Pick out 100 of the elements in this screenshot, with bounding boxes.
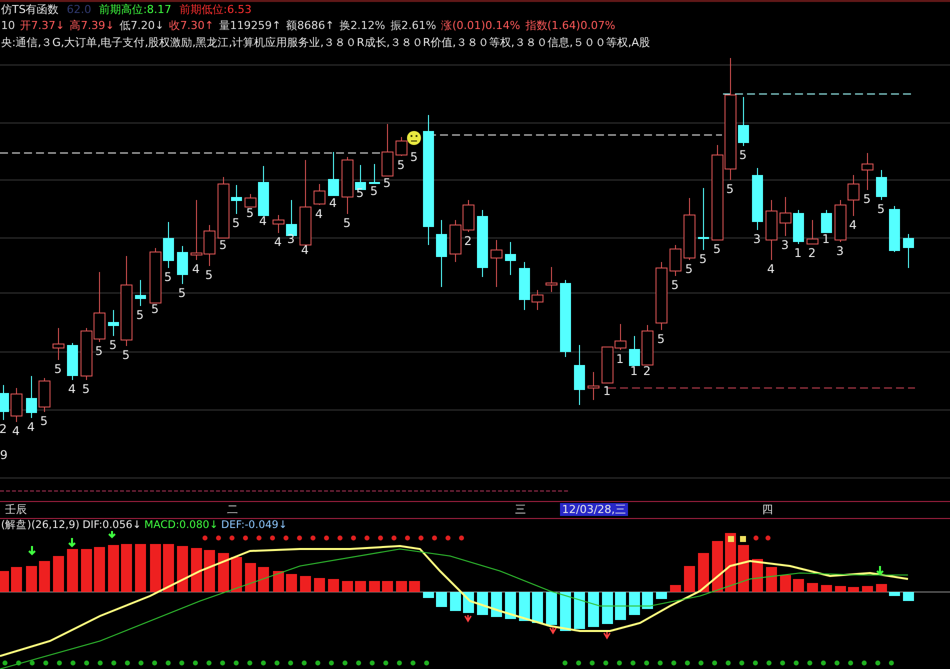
macd-bar — [396, 581, 407, 592]
wave-count-label: 5 — [178, 286, 186, 300]
macd-bar — [218, 553, 229, 592]
previous-high: 前期高位:8.17 — [99, 2, 172, 17]
down-arrow-icon — [464, 614, 472, 622]
candlestick — [26, 376, 37, 418]
wave-count-label: 5 — [82, 382, 90, 396]
wave-count-label: 4 — [12, 424, 20, 438]
macd-bar — [328, 579, 339, 592]
macd-bar — [656, 592, 667, 599]
candlestick — [177, 246, 188, 284]
stock-code: 62.0 — [66, 3, 92, 16]
candlestick — [436, 220, 447, 288]
macd-reading: DEF:-0.049↓ — [221, 519, 288, 531]
candlestick — [614, 324, 626, 350]
candlestick — [766, 200, 778, 260]
candlestick — [80, 328, 92, 380]
candlestick — [862, 152, 874, 190]
macd-bar — [26, 566, 37, 592]
wave-count-label: 5 — [671, 278, 679, 292]
wave-count-label: 3 — [287, 232, 295, 246]
macd-reading: DIF:0.056↓ — [82, 519, 142, 531]
candlestick — [834, 200, 846, 242]
candlestick — [150, 248, 162, 304]
macd-bar — [423, 592, 434, 598]
wave-count-label: 1 — [822, 232, 830, 246]
candlestick — [848, 174, 860, 216]
wave-count-label: 4 — [274, 235, 282, 249]
wave-count-label: 5 — [54, 362, 62, 376]
macd-bar — [670, 585, 681, 592]
candlestick — [519, 262, 530, 310]
candlestick — [396, 136, 408, 156]
macd-bar — [862, 586, 873, 592]
wave-count-label: 2 — [808, 246, 816, 260]
wave-count-label: 5 — [356, 186, 364, 200]
macd-bar — [712, 541, 723, 592]
wave-count-label: 5 — [232, 216, 240, 230]
candlestick — [369, 164, 380, 184]
wave-count-label: 5 — [685, 262, 693, 276]
macd-bar — [780, 575, 791, 592]
macd-bar — [314, 578, 325, 592]
candlestick — [355, 164, 366, 190]
quote-value: 量119259↑ — [218, 18, 282, 33]
candlestick — [602, 346, 614, 384]
candlestick — [218, 176, 230, 238]
smiley-icon — [407, 131, 421, 145]
wave-count-label: 5 — [40, 414, 48, 428]
candlestick — [94, 272, 106, 342]
wave-count-label: 4 — [27, 420, 35, 434]
candlestick — [244, 194, 256, 208]
candlestick — [505, 242, 516, 276]
wave-count-label: 5 — [164, 270, 172, 284]
macd-bar — [286, 574, 297, 592]
wave-count-label: 4 — [329, 196, 337, 210]
quote-value: 10 — [1, 19, 15, 32]
candlestick — [231, 184, 242, 214]
wave-count-label: 4 — [301, 243, 309, 257]
wave-count-label: 4 — [192, 262, 200, 276]
candlestick — [532, 290, 544, 310]
date-label: 壬辰 — [4, 503, 28, 516]
quote-value: 收7.30↑ — [169, 18, 214, 33]
macd-bar — [766, 567, 777, 592]
macd-bar — [519, 592, 530, 621]
wave-count-label: 3 — [753, 232, 761, 246]
wave-count-label: 4 — [315, 207, 323, 221]
macd-bar — [560, 592, 571, 631]
down-arrow-icon — [603, 631, 611, 640]
candlestick — [477, 210, 488, 278]
macd-bar — [300, 576, 311, 592]
macd-bar — [848, 587, 859, 592]
macd-bar — [821, 585, 832, 592]
macd-bar — [477, 592, 488, 615]
previous-low: 前期低位:6.53 — [179, 2, 252, 17]
wave-count-label: 4 — [259, 214, 267, 228]
macd-bar — [39, 561, 50, 592]
candlestick — [0, 384, 9, 420]
candlestick — [108, 310, 119, 336]
wave-count-label: 5 — [343, 216, 351, 230]
macd-reading: MACD:0.080↓ — [144, 519, 218, 531]
macd-bar — [135, 544, 146, 592]
candlestick — [698, 188, 709, 250]
wave-count-label: 4 — [68, 382, 76, 396]
candlestick — [314, 184, 326, 206]
down-arrow-icon — [68, 537, 76, 548]
macd-bar — [94, 547, 105, 592]
date-label: 三 — [514, 503, 527, 516]
candlestick — [752, 168, 763, 230]
candlestick — [889, 206, 900, 252]
macd-bar — [342, 581, 353, 592]
macd-bar — [409, 581, 420, 592]
candlestick — [588, 372, 600, 400]
quote-value: 指数(1.64)0.07% — [525, 18, 616, 33]
candlestick — [258, 166, 269, 216]
macd-bar — [793, 579, 804, 592]
wave-count-label: 5 — [410, 150, 418, 164]
macd-bar — [807, 583, 818, 592]
candlestick — [780, 196, 792, 236]
signal-square-icon — [728, 536, 734, 542]
down-arrow-icon — [876, 565, 884, 576]
macd-bar — [574, 592, 585, 629]
